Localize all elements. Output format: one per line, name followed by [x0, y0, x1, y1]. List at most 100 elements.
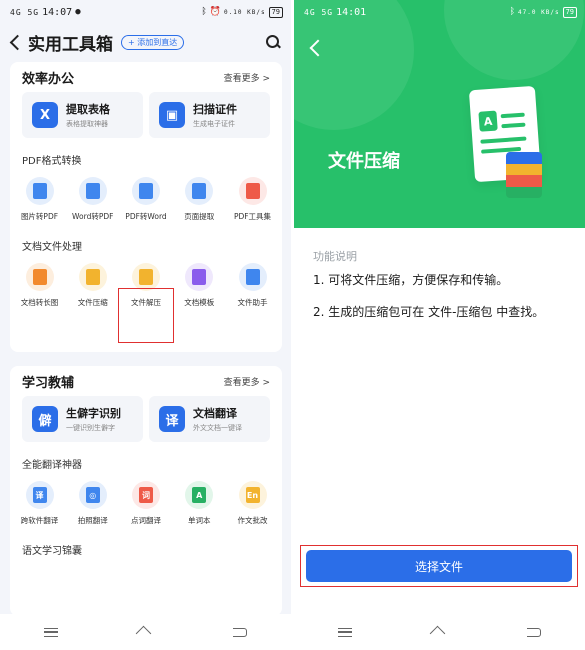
tool-item-essay-correct[interactable]: En 作文批改: [227, 481, 278, 526]
back-icon[interactable]: [527, 627, 542, 637]
tool-label: PDF转Word: [125, 212, 167, 221]
add-to-shortcut-button[interactable]: + 添加到直达: [121, 34, 185, 50]
decor-circle: [444, 0, 584, 80]
back-arrow-icon[interactable]: [308, 40, 322, 56]
doc-line: [501, 122, 526, 129]
back-arrow-icon[interactable]: [8, 35, 22, 49]
tool-label: 页面提取: [184, 212, 215, 221]
tool-label: 点词翻译: [131, 516, 161, 525]
icon-glyph: 译: [32, 487, 47, 503]
icon-glyph: [192, 269, 207, 285]
scan-id-button[interactable]: ▣ 扫描证件 生成电子证件: [149, 92, 270, 138]
page-header: 实用工具箱 + 添加到直达: [0, 24, 291, 60]
hero-title: 文件压缩: [328, 151, 400, 172]
search-icon[interactable]: [265, 34, 281, 50]
tool-label: 文档模板: [184, 298, 215, 307]
description-point-1: 1. 可将文件压缩，方便保存和传输。: [313, 273, 509, 287]
tool-item-doc-template[interactable]: 文档模板: [174, 263, 225, 308]
image-to-pdf-icon: [25, 177, 54, 205]
tool-item-pdf-tools[interactable]: PDF工具集: [227, 177, 278, 222]
extract-table-button[interactable]: X 提取表格 表格提取神器: [22, 92, 143, 138]
battery-indicator: 79: [268, 6, 283, 18]
section-title-office: 效率办公: [22, 71, 75, 87]
icon-glyph: [85, 183, 100, 199]
tool-item-photo-translate[interactable]: ◎ 拍照翻译: [67, 481, 118, 526]
file-extract-icon: [132, 263, 160, 291]
back-icon[interactable]: [233, 627, 248, 637]
tool-item-word-to-pdf[interactable]: Word转PDF: [67, 177, 118, 222]
scan-id-subtitle: 生成电子证件: [193, 120, 235, 128]
tool-label: Word转PDF: [72, 212, 114, 221]
tool-label: 文档转长图: [20, 298, 59, 307]
photo-translate-icon: ◎: [78, 481, 107, 509]
rare-char-button[interactable]: 僻 生僻字识别 一键识别生僻字: [22, 396, 143, 442]
rare-char-icon: 僻: [32, 406, 58, 432]
pdf-tools-icon: [238, 177, 267, 205]
scan-id-title: 扫描证件: [193, 103, 237, 116]
tool-item-cross-app-translate[interactable]: 译跨软件翻译: [14, 481, 65, 526]
status-bar: 4G 5G 14:07 ● ᛒ ⏰ 0.10 KB/s 79: [0, 0, 291, 24]
icon-glyph: ◎: [85, 487, 100, 503]
doc-translate-subtitle: 外文文档一键译: [193, 424, 242, 432]
description-point-2: 2. 生成的压缩包可在 文件-压缩包 中查找。: [313, 305, 545, 319]
doc-translate-button[interactable]: 译 文档翻译 外文文档一键译: [149, 396, 270, 442]
menu-icon[interactable]: [337, 627, 352, 637]
select-file-button[interactable]: 选择文件: [306, 550, 572, 582]
word-to-pdf-icon: [78, 177, 107, 205]
pdf-to-word-icon: [132, 177, 160, 205]
icon-glyph: 词: [139, 487, 153, 503]
tool-item-word-tap-translate[interactable]: 词点词翻译: [121, 481, 172, 526]
tool-item-vocabulary-book[interactable]: A 单词本: [174, 481, 225, 526]
icon-glyph: En: [245, 487, 260, 503]
tool-item-doc-to-image[interactable]: 文档转长图: [14, 263, 65, 308]
view-more-study-link[interactable]: 查看更多 >: [224, 375, 270, 388]
id-card-icon: ▣: [159, 102, 185, 128]
icon-glyph: [245, 183, 260, 199]
essay-correct-icon: En: [238, 481, 267, 509]
translate-section-label: 全能翻译神器: [22, 460, 82, 471]
excel-x-icon: X: [32, 102, 58, 128]
system-nav-bar: [294, 614, 585, 650]
tool-item-image-to-pdf[interactable]: 图片转PDF: [14, 177, 65, 222]
decor-circle: [294, 0, 414, 130]
icon-glyph: A: [192, 487, 207, 503]
tool-item-pdf-to-word[interactable]: PDF转Word: [121, 177, 172, 222]
hero-banner: 4G 5G 14:01 ᛒ 47.0 KB/s 79 文件压缩 A: [294, 0, 585, 228]
icon-glyph: [32, 269, 47, 285]
toolbox-screen: 4G 5G 14:07 ● ᛒ ⏰ 0.10 KB/s 79 实用工具箱 + 添…: [0, 0, 291, 650]
tool-label: 跨软件翻译: [20, 516, 59, 525]
pdf-section-label: PDF格式转换: [22, 156, 82, 167]
chat-icon: ●: [75, 7, 81, 17]
tool-label: 拍照翻译: [77, 516, 108, 525]
tool-item-file-compress[interactable]: 文件压缩: [67, 263, 118, 308]
icon-glyph: [192, 183, 207, 199]
doc-translate-title: 文档翻译: [193, 407, 237, 420]
tool-item-page-extract[interactable]: 页面提取: [174, 177, 225, 222]
bluetooth-icon: ᛒ: [201, 7, 207, 17]
doc-translate-icon: 译: [159, 406, 185, 432]
system-nav-bar: [0, 614, 291, 650]
menu-icon[interactable]: [43, 627, 58, 637]
description-heading: 功能说明: [313, 250, 357, 263]
translate-tool-grid: 译跨软件翻译 ◎ 拍照翻译 词点词翻译 A 单词本 En 作文批改: [10, 481, 282, 526]
file-assistant-icon: [238, 263, 267, 291]
extract-table-title: 提取表格: [66, 103, 110, 116]
tool-item-file-assistant[interactable]: 文件助手: [227, 263, 278, 308]
doc-to-image-icon: [25, 263, 54, 291]
alarm-icon: ⏰: [209, 7, 222, 17]
doc-letter-icon: A: [478, 110, 498, 132]
rare-char-title: 生僻字识别: [66, 407, 121, 420]
icon-glyph: [139, 269, 153, 285]
zip-archive-icon: [506, 152, 542, 198]
vocabulary-book-icon: A: [185, 481, 214, 509]
tool-label: 图片转PDF: [20, 212, 59, 221]
page-title: 实用工具箱: [28, 34, 113, 55]
view-more-office-link[interactable]: 查看更多 >: [224, 71, 270, 84]
doc-line: [480, 136, 527, 144]
icon-glyph: [245, 269, 260, 285]
word-tap-translate-icon: 词: [132, 481, 160, 509]
file-compress-icon: [78, 263, 107, 291]
network-speed: 0.10 KB/s: [224, 8, 266, 16]
icon-glyph: [139, 183, 153, 199]
tool-label: 文件助手: [237, 298, 268, 307]
